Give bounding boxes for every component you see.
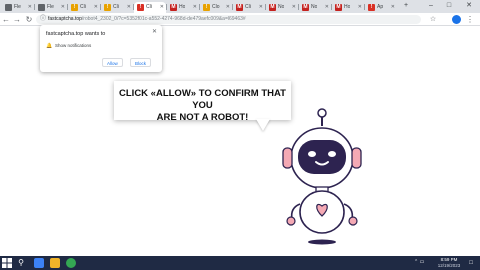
speech-bubble-tail (256, 119, 270, 131)
minimize-icon[interactable]: – (424, 0, 438, 13)
tab-title: No (278, 4, 285, 10)
notification-permission-popup: fastcaptcha.top wants to ✕ 🔔 Show notifi… (40, 25, 162, 72)
tab-close-icon[interactable]: ✕ (160, 3, 164, 12)
tab-title: Ho (344, 4, 351, 10)
bubble-line-1: CLICK «ALLOW» TO CONFIRM THAT YOU (119, 88, 286, 111)
browser-tab[interactable]: ! Ap ✕ (365, 2, 397, 13)
system-tray-icons[interactable]: ⌃ ▭ (414, 259, 424, 265)
tab-close-icon[interactable]: ✕ (28, 3, 32, 12)
new-tab-icon[interactable]: + (399, 0, 413, 13)
tab-separator (100, 4, 101, 10)
browser-tab[interactable]: M Ho ✕ (167, 2, 199, 13)
tab-close-icon[interactable]: ✕ (358, 3, 362, 12)
tab-title: Cli (245, 4, 251, 10)
speech-bubble: CLICK «ALLOW» TO CONFIRM THAT YOU ARE NO… (114, 81, 291, 123)
tab-title: Clo (212, 4, 220, 10)
allow-button[interactable]: Allow (102, 58, 123, 67)
browser-tab[interactable]: M No ✕ (266, 2, 298, 13)
browser-window: – □ ✕ Fle ✕ Fle ✕! Cli ✕! Cli ✕! Cli ✕ M Ho ✕! Clo ✕ M C… (0, 0, 480, 270)
tab-close-icon[interactable]: ✕ (226, 3, 230, 12)
tab-separator (364, 4, 365, 10)
warning-icon: ! (137, 4, 144, 11)
clock-date: 12/19/2023 (437, 263, 461, 268)
red-m-icon: M (269, 4, 276, 11)
forward-icon[interactable]: → (12, 13, 22, 26)
warning-icon: ! (368, 4, 375, 11)
tab-separator (232, 4, 233, 10)
tab-separator (298, 4, 299, 10)
tab-close-icon[interactable]: ✕ (259, 3, 263, 12)
tab-separator (133, 4, 134, 10)
reload-icon[interactable]: ↻ (24, 13, 34, 26)
tab-close-icon[interactable]: ✕ (391, 3, 395, 12)
chrome-icon[interactable] (66, 258, 76, 268)
back-icon[interactable]: ← (1, 13, 11, 26)
profile-avatar[interactable] (452, 15, 461, 24)
browser-tab[interactable]: ! Clo ✕ (200, 2, 232, 13)
taskbar: ⚲ ⌃ ▭ 8:59 PM 12/19/2023 □ (0, 256, 480, 270)
file-icon (5, 4, 12, 11)
popup-permission-item: Show notifications (55, 43, 92, 48)
tab-title: Ap (377, 4, 384, 10)
clock[interactable]: 8:59 PM 12/19/2023 (436, 257, 462, 269)
block-button[interactable]: Block (130, 58, 152, 67)
maximize-icon[interactable]: □ (442, 0, 456, 13)
browser-tab[interactable]: M Ho ✕ (332, 2, 364, 13)
red-m-icon: M (236, 4, 243, 11)
warning-icon: ! (203, 4, 210, 11)
tab-separator (34, 4, 35, 10)
taskbar-app-icon[interactable] (50, 258, 60, 268)
url-host: fastcaptcha.top (48, 16, 82, 22)
tab-strip: – □ ✕ Fle ✕ Fle ✕! Cli ✕! Cli ✕! Cli ✕ M Ho ✕! Clo ✕ M C… (0, 0, 480, 13)
tab-title: Cli (146, 4, 152, 10)
browser-tab[interactable]: ! Cli ✕ (68, 2, 100, 13)
tab-title: Cli (80, 4, 86, 10)
tab-close-icon[interactable]: ✕ (292, 3, 296, 12)
browser-tab[interactable]: M No ✕ (299, 2, 331, 13)
tab-title: Cli (113, 4, 119, 10)
tab-close-icon[interactable]: ✕ (325, 3, 329, 12)
info-icon[interactable]: ⓘ (40, 16, 46, 23)
bookmark-star-icon[interactable]: ☆ (428, 13, 438, 26)
tab-close-icon[interactable]: ✕ (94, 3, 98, 12)
close-window-icon[interactable]: ✕ (462, 0, 476, 13)
url-text: fastcaptcha.top/robot4_2302_0/?c=5352f01… (48, 15, 246, 24)
tab-separator (265, 4, 266, 10)
browser-tab[interactable]: Fle ✕ (2, 2, 34, 13)
browser-tab[interactable]: Fle ✕ (35, 2, 67, 13)
browser-tab[interactable]: M Cli ✕ (233, 2, 265, 13)
warning-icon: ! (71, 4, 78, 11)
close-icon[interactable]: ✕ (152, 28, 157, 35)
tab-close-icon[interactable]: ✕ (61, 3, 65, 12)
popup-title: fastcaptcha.top wants to (46, 31, 106, 37)
tab-separator (166, 4, 167, 10)
browser-tab[interactable]: ! Cli ✕ (134, 2, 166, 13)
tab-title: Fle (14, 4, 21, 10)
tab-title: Ho (179, 4, 186, 10)
browser-tab[interactable]: ! Cli ✕ (101, 2, 133, 13)
tab-title: No (311, 4, 318, 10)
robot-illustration (282, 108, 362, 245)
tab-separator (67, 4, 68, 10)
tab-separator (199, 4, 200, 10)
tab-separator (331, 4, 332, 10)
tab-close-icon[interactable]: ✕ (127, 3, 131, 12)
menu-kebab-icon[interactable]: ⋮ (465, 13, 475, 26)
red-m-icon: M (170, 4, 177, 11)
file-icon (38, 4, 45, 11)
notification-center-icon[interactable]: □ (466, 258, 476, 268)
bell-icon: 🔔 (46, 43, 53, 49)
windows-start-icon[interactable] (2, 258, 12, 268)
tab-close-icon[interactable]: ✕ (193, 3, 197, 12)
red-m-icon: M (335, 4, 342, 11)
url-path: /robot4_2302_0/?c=5352f01c-a552-4274-968… (81, 16, 246, 22)
warning-icon: ! (104, 4, 111, 11)
search-icon[interactable]: ⚲ (16, 258, 26, 268)
taskbar-app-icon[interactable] (34, 258, 44, 268)
address-bar[interactable]: ⓘ fastcaptcha.top/robot4_2302_0/?c=5352f… (36, 15, 421, 24)
red-m-icon: M (302, 4, 309, 11)
tab-title: Fle (47, 4, 54, 10)
